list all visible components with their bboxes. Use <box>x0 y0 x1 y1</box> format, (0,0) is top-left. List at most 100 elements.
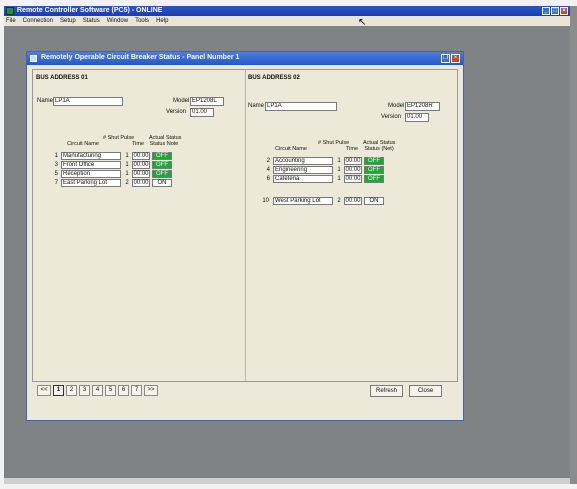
version-label: Version <box>381 114 402 120</box>
circuit-time-field[interactable]: 00:00 <box>132 152 150 160</box>
circuit-pulse: 1 <box>337 176 341 182</box>
circuit-time-field[interactable]: 00:00 <box>132 161 150 169</box>
bus-address-label: BUS ADDRESS 02 <box>248 75 300 81</box>
pager-page-4[interactable]: 4 <box>92 385 103 396</box>
circuit-number: 1 <box>54 153 58 159</box>
circuit-name-field[interactable]: Front Office <box>61 161 121 169</box>
circuit-row: 10 West Parking Lot 2 00:00 ON <box>262 197 394 206</box>
header-status-net: Status (Net) <box>364 146 394 152</box>
circuit-name-field[interactable]: Manufacturing <box>61 152 121 160</box>
circuit-status-badge[interactable]: OFF <box>152 161 172 169</box>
menu-help[interactable]: Help <box>156 16 168 26</box>
dialog-body: BUS ADDRESS 01 Name LP1A Model EP1208L V… <box>32 69 458 382</box>
circuit-time-field[interactable]: 00:00 <box>344 175 362 183</box>
circuit-number: 2 <box>266 158 270 164</box>
close-icon[interactable]: × <box>560 7 568 15</box>
pager-page-1[interactable]: 1 <box>53 385 64 396</box>
pager-page-6[interactable]: 6 <box>118 385 129 396</box>
circuit-time-field[interactable]: 00:00 <box>344 157 362 165</box>
circuit-status-badge[interactable]: ON <box>152 179 172 187</box>
circuit-name-field[interactable]: East Parking Lot <box>61 179 121 187</box>
circuit-status-badge[interactable]: ON <box>364 197 384 205</box>
circuit-row: 7 East Parking Lot 2 00:00 ON <box>50 179 180 188</box>
header-time: Time <box>131 141 145 147</box>
circuit-pulse: 1 <box>125 162 129 168</box>
pager-last-button[interactable]: >> <box>144 385 158 396</box>
dialog-restore-icon[interactable]: ❐ <box>441 54 450 63</box>
model-field[interactable]: EP1208R <box>405 102 440 111</box>
panel-name-field[interactable]: LP1A <box>265 102 337 111</box>
circuit-pulse: 2 <box>337 198 341 204</box>
circuit-status-badge[interactable]: OFF <box>364 166 384 174</box>
circuit-pulse: 2 <box>125 180 129 186</box>
circuit-pulse: 1 <box>125 153 129 159</box>
circuit-name-field[interactable]: West Parking Lot <box>273 197 333 205</box>
circuit-name-field[interactable]: Accounting <box>273 157 333 165</box>
circuit-row: 5 Reception 1 00:00 OFF <box>50 170 180 179</box>
header-circuit-name: Circuit Name <box>67 141 99 147</box>
circuit-row: 2 Accounting 1 00:00 OFF <box>262 157 394 166</box>
circuit-number: 5 <box>54 171 58 177</box>
circuit-status-badge[interactable]: OFF <box>152 152 172 160</box>
name-label: Name <box>248 103 265 109</box>
dialog-titlebar: Remotely Operable Circuit Breaker Status… <box>27 52 463 65</box>
panel-name-field[interactable]: LP1A <box>53 97 123 106</box>
close-button[interactable]: Close <box>409 385 442 397</box>
menu-window[interactable]: Window <box>107 16 128 26</box>
model-field[interactable]: EP1208L <box>190 97 224 106</box>
pager-page-2[interactable]: 2 <box>66 385 77 396</box>
circuit-number: 6 <box>266 176 270 182</box>
version-field[interactable]: 01.00 <box>405 113 429 122</box>
pager-page-3[interactable]: 3 <box>79 385 90 396</box>
circuit-row: 1 Manufacturing 1 00:00 OFF <box>50 152 180 161</box>
refresh-button[interactable]: Refresh <box>370 385 403 397</box>
circuit-row: 6 Cafeteria 1 00:00 OFF <box>262 175 394 184</box>
circuit-pulse: 1 <box>337 158 341 164</box>
circuit-pulse: 1 <box>125 171 129 177</box>
model-label: Model <box>388 103 405 109</box>
menu-tools[interactable]: Tools <box>135 16 149 26</box>
circuit-name-field[interactable]: Reception <box>61 170 121 178</box>
menu-status[interactable]: Status <box>83 16 100 26</box>
circuit-row: 3 Front Office 1 00:00 OFF <box>50 161 180 170</box>
menu-file[interactable]: File <box>6 16 16 26</box>
maximize-icon[interactable]: □ <box>551 7 559 15</box>
header-shut-pulse: # Shut Pulse <box>103 135 135 141</box>
circuit-time-field[interactable]: 00:00 <box>344 197 362 205</box>
circuit-name-field[interactable]: Engineering <box>273 166 333 174</box>
bus-address-label: BUS ADDRESS 01 <box>36 75 88 81</box>
circuit-number: 3 <box>54 162 58 168</box>
menu-setup[interactable]: Setup <box>60 16 76 26</box>
header-circuit-name: Circuit Name <box>275 146 307 152</box>
circuit-name-field[interactable]: Cafeteria <box>273 175 333 183</box>
dialog-title: Remotely Operable Circuit Breaker Status… <box>41 54 240 61</box>
header-time: Time <box>345 146 359 152</box>
circuit-time-field[interactable]: 00:00 <box>344 166 362 174</box>
window-controls: _ □ × <box>542 7 568 15</box>
menu-bar: File Connection Setup Status Window Tool… <box>4 16 570 26</box>
panel-pager: << 1 2 3 4 5 6 7 >> <box>37 385 158 396</box>
version-field[interactable]: 01.00 <box>190 108 214 117</box>
circuit-time-field[interactable]: 00:00 <box>132 170 150 178</box>
status-bar <box>4 478 570 484</box>
panel-right: BUS ADDRESS 02 Name LP1A Model EP1208R V… <box>245 70 457 381</box>
circuit-pulse: 1 <box>337 167 341 173</box>
circuit-status-badge[interactable]: OFF <box>364 175 384 183</box>
pager-page-5[interactable]: 5 <box>105 385 116 396</box>
circuit-time-field[interactable]: 00:00 <box>132 179 150 187</box>
circuit-status-badge[interactable]: OFF <box>364 157 384 165</box>
minimize-icon[interactable]: _ <box>542 7 550 15</box>
dialog-controls: ❐ × <box>441 54 460 63</box>
circuit-status-badge[interactable]: OFF <box>152 170 172 178</box>
pager-page-7[interactable]: 7 <box>131 385 142 396</box>
model-label: Model <box>173 98 190 104</box>
version-label: Version <box>166 109 187 115</box>
name-label: Name <box>37 98 54 104</box>
circuit-row: 4 Engineering 1 00:00 OFF <box>262 166 394 175</box>
pager-first-button[interactable]: << <box>37 385 51 396</box>
dialog-close-icon[interactable]: × <box>451 54 460 63</box>
header-status-note: Status Note <box>149 141 179 147</box>
app-title: Remote Controller Software (PC5) - ONLIN… <box>17 7 163 14</box>
circuit-number: 10 <box>262 198 269 204</box>
menu-connection[interactable]: Connection <box>23 16 53 26</box>
